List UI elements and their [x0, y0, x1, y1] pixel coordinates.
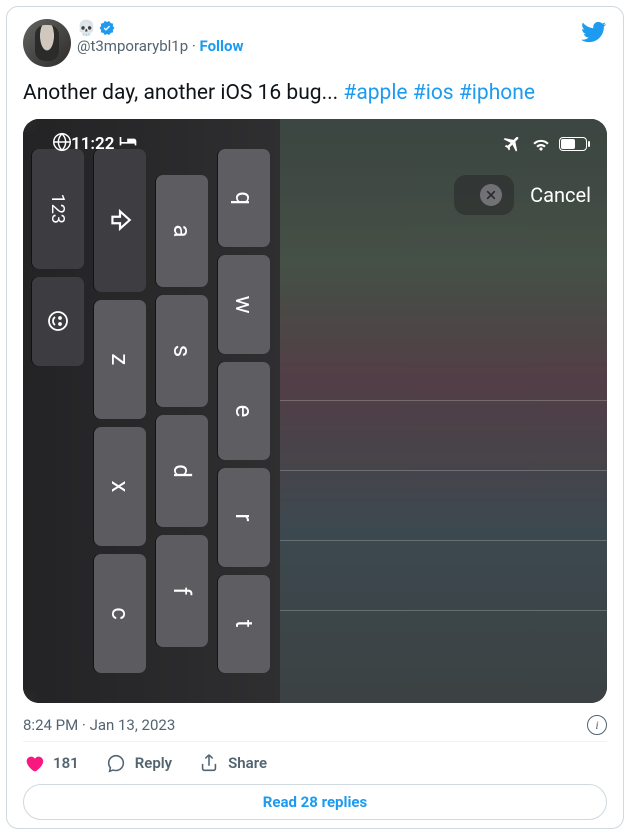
- airplane-mode-icon: [503, 134, 523, 154]
- tweet-header: 💀 @t3mporarybl1p · Follow: [23, 19, 607, 67]
- globe-icon: [51, 131, 73, 158]
- key-c[interactable]: c: [94, 554, 146, 673]
- status-right: [503, 134, 587, 154]
- like-button[interactable]: 181: [23, 752, 79, 774]
- share-button[interactable]: Share: [198, 752, 267, 774]
- tweet-card: 💀 @t3mporarybl1p · Follow Another day, a…: [6, 6, 624, 829]
- status-left: 11:22: [51, 131, 138, 158]
- like-count: 181: [53, 754, 79, 772]
- reply-button[interactable]: Reply: [105, 752, 172, 774]
- kb-row-1: q w e r t: [218, 149, 270, 673]
- status-time: 11:22: [71, 134, 114, 154]
- handle-row: @t3mporarybl1p · Follow: [77, 37, 243, 55]
- key-r[interactable]: r: [218, 469, 270, 567]
- info-icon[interactable]: i: [587, 715, 607, 735]
- wifi-icon: [531, 134, 551, 154]
- phone-screenshot: q w e r t a s d f: [23, 119, 607, 703]
- kb-row-3: z x c: [94, 149, 146, 673]
- tweet-actions: 181 Reply Share: [23, 746, 607, 776]
- timestamp[interactable]: 8:24 PM · Jan 13, 2023: [23, 716, 175, 734]
- battery-icon: [559, 137, 587, 151]
- key-t[interactable]: t: [218, 575, 270, 673]
- tweet-text: Another day, another iOS 16 bug... #appl…: [23, 79, 607, 107]
- hashtag-ios[interactable]: #ios: [413, 81, 454, 105]
- verified-badge-icon: [98, 19, 116, 37]
- read-replies-button[interactable]: Read 28 replies: [23, 784, 607, 820]
- close-icon: [486, 190, 496, 200]
- status-bar: 11:22: [23, 127, 607, 161]
- hashtag-iphone[interactable]: #iphone: [459, 81, 535, 105]
- display-name-emoji: 💀: [77, 19, 96, 37]
- emoji-key[interactable]: [32, 277, 84, 367]
- rotated-keyboard: q w e r t a s d f: [32, 141, 270, 681]
- heart-icon: [23, 752, 45, 774]
- search-field[interactable]: [454, 175, 514, 215]
- key-d[interactable]: d: [156, 415, 208, 527]
- key-e[interactable]: e: [218, 362, 270, 460]
- handle[interactable]: @t3mporarybl1p: [77, 37, 188, 55]
- share-icon: [198, 752, 220, 774]
- twitter-logo-icon[interactable]: [581, 19, 607, 45]
- author-names: 💀 @t3mporarybl1p · Follow: [77, 19, 243, 55]
- shift-key[interactable]: [94, 149, 146, 292]
- key-s[interactable]: s: [156, 295, 208, 407]
- focus-bed-icon: [118, 134, 138, 154]
- kb-row-controls: 123: [32, 149, 84, 673]
- share-label: Share: [228, 754, 267, 772]
- emoji-icon: [46, 310, 70, 334]
- reply-icon: [105, 752, 127, 774]
- key-z[interactable]: z: [94, 300, 146, 419]
- hashtag-apple[interactable]: #apple: [343, 81, 407, 105]
- search-row: Cancel: [23, 175, 607, 215]
- follow-link[interactable]: Follow: [200, 37, 244, 55]
- cancel-button[interactable]: Cancel: [530, 183, 591, 207]
- kb-row-2: a s d f: [156, 149, 208, 673]
- key-w[interactable]: w: [218, 256, 270, 354]
- tweet-text-plain: Another day, another iOS 16 bug...: [23, 81, 343, 105]
- display-name-row[interactable]: 💀: [77, 19, 243, 37]
- divider: [23, 741, 607, 742]
- clear-search-button[interactable]: [480, 184, 502, 206]
- timestamp-row: 8:24 PM · Jan 13, 2023 i: [23, 715, 607, 735]
- reply-label: Reply: [135, 754, 172, 772]
- avatar[interactable]: [23, 19, 71, 67]
- key-x[interactable]: x: [94, 427, 146, 546]
- key-f[interactable]: f: [156, 535, 208, 647]
- tweet-media[interactable]: q w e r t a s d f: [23, 119, 607, 703]
